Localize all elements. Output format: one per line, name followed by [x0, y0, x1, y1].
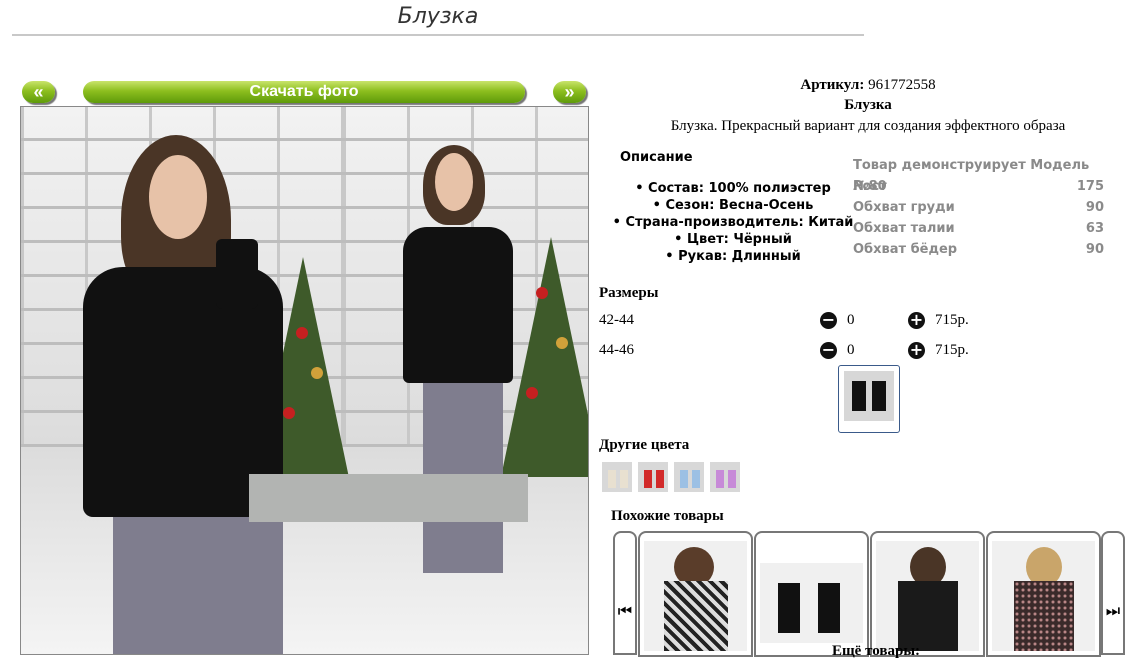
ornament: [296, 327, 308, 339]
similar-product-card[interactable]: [754, 531, 869, 657]
more-goods-link[interactable]: Ещё товары:: [832, 643, 920, 660]
christmas-tree-right: [501, 237, 588, 477]
next-photo-button[interactable]: »: [553, 81, 586, 103]
ornament: [536, 287, 548, 299]
model-face: [149, 155, 207, 239]
skip-forward-icon: ⏭: [1105, 603, 1121, 620]
description-item: Состав: 100% полиэстер: [598, 180, 868, 197]
description-item: Сезон: Весна-Осень: [598, 197, 868, 214]
model-row-label: Обхват груди: [853, 200, 955, 215]
similar-product-image: [644, 541, 747, 651]
description-item: Цвет: Чёрный: [598, 231, 868, 248]
description-item: Рукав: Длинный: [598, 248, 868, 265]
plus-circle-icon[interactable]: +: [908, 312, 925, 329]
carousel-prev-button[interactable]: ⏮: [613, 531, 637, 655]
color-variant-thumbnail[interactable]: [602, 462, 632, 492]
similar-product-card[interactable]: [870, 531, 985, 657]
size-label: 44-46: [599, 342, 634, 358]
product-description: Блузка. Прекрасный вариант для создания …: [670, 118, 1066, 134]
similar-product-card[interactable]: [638, 531, 753, 657]
minus-circle-icon[interactable]: −: [820, 342, 837, 359]
quantity-value: 0: [847, 342, 855, 358]
other-colors-heading: Другие цвета: [599, 437, 690, 453]
model-face: [435, 153, 473, 211]
product-name: Блузка: [844, 97, 892, 113]
similar-product-image: [876, 541, 979, 651]
quantity-value: 0: [847, 312, 855, 328]
product-photo[interactable]: [20, 106, 589, 655]
similar-product-image: [992, 541, 1095, 651]
model-heading: Товар демонструирует Модель №80: [853, 158, 1090, 194]
description-item: Страна-производитель: Китай: [598, 214, 868, 231]
thumbnail-image: [844, 371, 894, 421]
phone: [216, 239, 258, 309]
size-price: 715р.: [935, 312, 969, 328]
color-variant-thumbnail[interactable]: [638, 462, 668, 492]
model-row: Рост 175: [853, 176, 1104, 197]
ornament: [556, 337, 568, 349]
page-title: Блузка: [397, 4, 479, 29]
ornament: [526, 387, 538, 399]
sizes-heading: Размеры: [599, 285, 659, 301]
title-divider: [12, 34, 864, 36]
size-row: 42-44 − 0 + 715р.: [599, 309, 1019, 333]
skip-back-icon: ⏮: [617, 603, 633, 620]
size-row: 44-46 − 0 + 715р.: [599, 339, 1019, 363]
carousel-next-button[interactable]: ⏭: [1101, 531, 1125, 655]
color-variant-thumbnail[interactable]: [674, 462, 704, 492]
photo-placeholder-block: [249, 474, 528, 522]
model-row-label: Обхват бёдер: [853, 242, 958, 257]
model-row: Обхват талии 63: [853, 218, 1104, 239]
size-price: 715р.: [935, 342, 969, 358]
description-heading: Описание: [620, 150, 693, 165]
model-row-value: 90: [1085, 242, 1104, 257]
ornament: [311, 367, 323, 379]
similar-product-image: [760, 563, 863, 643]
plus-circle-icon[interactable]: +: [908, 342, 925, 359]
download-photo-button[interactable]: Скачать фото: [83, 81, 525, 103]
model-row-value: 90: [1085, 200, 1104, 215]
similar-product-card[interactable]: [986, 531, 1101, 657]
photo-thumbnail[interactable]: [838, 365, 900, 433]
ornament: [283, 407, 295, 419]
size-label: 42-44: [599, 312, 634, 328]
model-blouse: [403, 227, 513, 383]
model-info: Товар демонструирует Модель №80 Рост 175…: [853, 155, 1104, 260]
prev-photo-button[interactable]: «: [22, 81, 55, 103]
article-number: Артикул: 961772558: [598, 77, 1135, 94]
model-row-value: 175: [1076, 179, 1104, 194]
model-row-value: 63: [1085, 221, 1104, 236]
article-label: Артикул:: [800, 77, 865, 93]
model-row: Обхват бёдер 90: [853, 239, 1104, 260]
model-row-label: Обхват талии: [853, 221, 955, 236]
color-variant-thumbnail[interactable]: [710, 462, 740, 492]
minus-circle-icon[interactable]: −: [820, 312, 837, 329]
model-row-label: Рост: [853, 179, 887, 194]
article-value: 961772558: [868, 77, 936, 93]
model-row: Обхват груди 90: [853, 197, 1104, 218]
model-pants: [113, 517, 283, 654]
similar-goods-heading: Похожие товары: [611, 508, 724, 524]
description-list: Состав: 100% полиэстер Сезон: Весна-Осен…: [598, 180, 868, 265]
